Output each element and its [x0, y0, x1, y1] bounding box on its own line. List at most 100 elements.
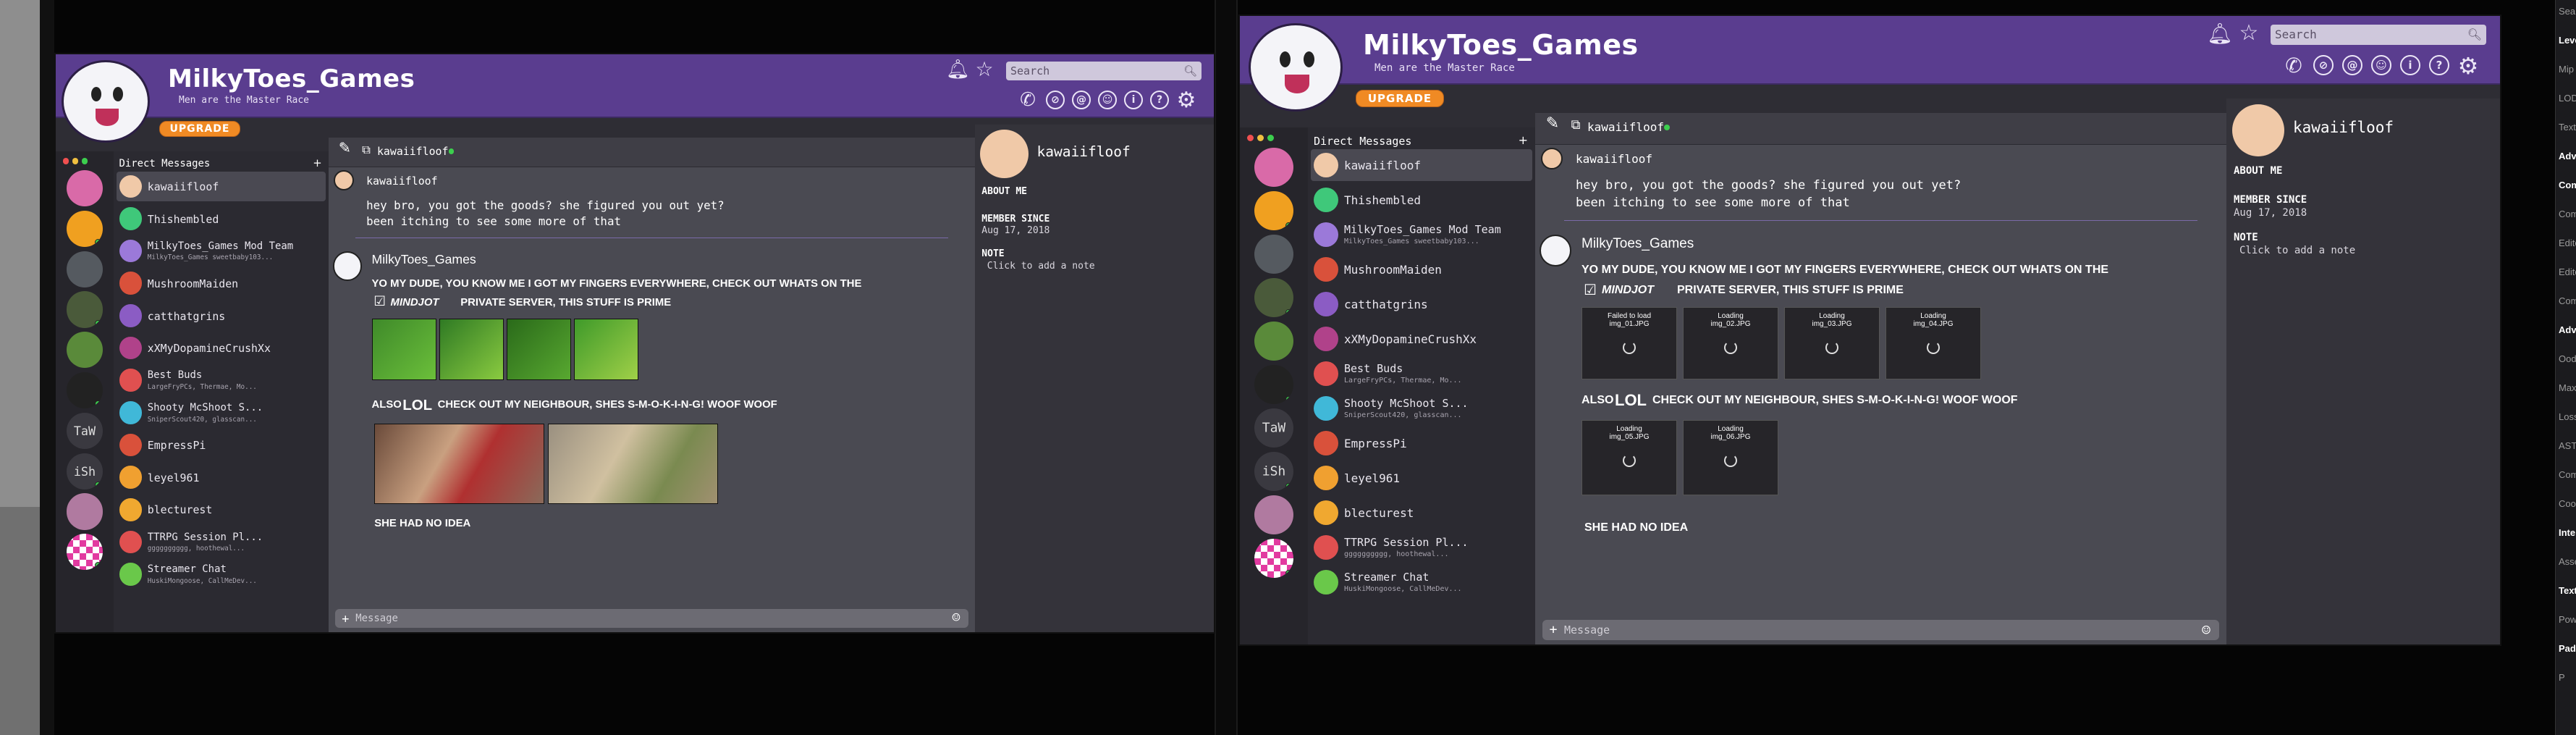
image-attachment[interactable] — [506, 318, 571, 381]
dm-list-item[interactable]: MushroomMaiden — [117, 269, 326, 298]
profile-avatar[interactable] — [62, 60, 150, 143]
gear-icon[interactable]: ⚙ — [2456, 52, 2480, 80]
search-input[interactable]: Search 🔍︎ — [2271, 25, 2486, 45]
editor-property-row[interactable]: Power O — [2559, 614, 2576, 636]
editor-property-row[interactable]: Advance — [2559, 151, 2576, 172]
emoji-icon[interactable]: ☺ — [2197, 620, 2215, 640]
editor-property-row[interactable]: Compre — [2559, 469, 2576, 491]
dm-list-item[interactable]: MilkyToes_Games Mod Team MilkyToes_Games … — [1311, 219, 1532, 251]
upgrade-button[interactable]: UPGRADE — [159, 121, 240, 137]
bell-icon[interactable]: 🔔︎ — [2207, 22, 2233, 46]
bell-icon[interactable]: 🔔︎ — [946, 59, 970, 80]
server-icon[interactable] — [66, 493, 104, 530]
editor-property-row[interactable]: Oodle T — [2559, 353, 2576, 375]
server-icon[interactable] — [1254, 322, 1293, 361]
image-loading-tile[interactable]: Loading img_06.JPG — [1683, 420, 1778, 495]
editor-property-row[interactable]: Texture — [2559, 585, 2576, 607]
plus-icon[interactable]: + — [339, 609, 352, 628]
editor-property-row[interactable]: ASTC C — [2559, 440, 2576, 462]
editor-property-row[interactable]: Paddin — [2559, 643, 2576, 665]
editor-property-row[interactable]: Intercha — [2559, 527, 2576, 549]
window-control-dot[interactable] — [1257, 135, 1264, 141]
dm-list-item[interactable]: Streamer Chat HuskiMongoose, CallMeDev... — [117, 560, 326, 589]
image-loading-tile[interactable]: Loading img_02.JPG — [1683, 307, 1778, 379]
info-icon[interactable]: i — [2400, 55, 2420, 75]
editor-property-row[interactable]: Level Of — [2559, 35, 2576, 56]
editor-property-row[interactable]: Compre — [2559, 295, 2576, 317]
editor-property-row[interactable]: Advance — [2559, 324, 2576, 346]
server-icon[interactable]: TaW — [66, 412, 104, 450]
editor-property-row[interactable]: Maximu — [2559, 382, 2576, 404]
upgrade-button[interactable]: UPGRADE — [1356, 90, 1444, 107]
dm-list-item[interactable]: EmpressPi — [1311, 427, 1532, 459]
image-loading-tile[interactable]: Failed to load img_01.JPG — [1582, 307, 1677, 379]
editor-property-row[interactable]: Compre — [2559, 209, 2576, 230]
server-icon[interactable] — [66, 332, 104, 369]
copy-icon[interactable]: ⧉ — [1568, 117, 1583, 133]
image-attachment[interactable] — [573, 318, 638, 381]
dm-list-item[interactable]: leyel961 — [117, 463, 326, 492]
editor-property-row[interactable]: Texture — [2559, 122, 2576, 143]
dm-list-item[interactable]: Shooty McShoot S... SniperScout420, glass… — [1311, 392, 1532, 424]
message-input[interactable]: Message + ☺ — [335, 609, 968, 629]
dm-list-item[interactable]: Streamer Chat HuskiMongoose, CallMeDev... — [1311, 566, 1532, 598]
editor-search-field[interactable]: Search — [2559, 6, 2576, 28]
plus-icon[interactable]: + — [1547, 620, 1560, 640]
window-control-dot[interactable] — [1247, 135, 1254, 141]
server-icon[interactable]: iSh — [66, 453, 104, 490]
compass-icon[interactable]: ⊘ — [1046, 91, 1065, 109]
compass-icon[interactable]: ⊘ — [2313, 55, 2334, 75]
dm-list-item[interactable]: Shooty McShoot S... SniperScout420, glass… — [117, 398, 326, 427]
dm-list-item[interactable]: TTRPG Session Pl... gggggggggg, hoothewal… — [1311, 532, 1532, 563]
user-icon[interactable]: ☺ — [2371, 55, 2391, 75]
copy-icon[interactable]: ⧉ — [360, 142, 373, 157]
server-icon[interactable] — [1254, 191, 1293, 230]
image-loading-tile[interactable]: Loading img_05.JPG — [1582, 420, 1677, 495]
server-icon[interactable] — [66, 534, 104, 571]
image-attachment[interactable] — [371, 318, 436, 381]
dm-list-item[interactable]: blecturest — [117, 495, 326, 524]
server-icon[interactable] — [1254, 148, 1293, 187]
editor-property-row[interactable]: Editor D — [2559, 266, 2576, 288]
dm-list-item[interactable]: xXMyDopamineCrushXx — [117, 333, 326, 363]
message-input[interactable]: Message + ☺ — [1542, 620, 2219, 640]
server-icon[interactable] — [66, 372, 104, 409]
image-attachment[interactable] — [439, 318, 504, 381]
emoji-icon[interactable]: ☺ — [948, 609, 964, 628]
user-icon[interactable]: ☺ — [1098, 91, 1117, 109]
gear-icon[interactable]: ⚙ — [1175, 88, 1198, 113]
server-icon[interactable] — [66, 291, 104, 328]
add-dm-button[interactable]: + — [313, 156, 321, 169]
window-control-dot[interactable] — [1267, 135, 1274, 141]
dm-list-item[interactable]: catthatgrins — [1311, 288, 1532, 320]
mention-icon[interactable]: @ — [1072, 91, 1091, 109]
server-icon[interactable]: iSh — [1254, 452, 1293, 491]
image-attachment[interactable] — [548, 423, 718, 505]
editor-property-row[interactable]: Lossy C — [2559, 411, 2576, 433]
window-control-dot[interactable] — [72, 158, 79, 164]
editor-property-row[interactable]: Mip Gen — [2559, 64, 2576, 85]
editor-property-row[interactable]: Cook Pl — [2559, 498, 2576, 520]
help-icon[interactable]: ? — [2429, 55, 2449, 75]
dm-list-item[interactable]: catthatgrins — [117, 301, 326, 330]
phone-icon[interactable]: ✆ — [2282, 54, 2305, 77]
server-icon[interactable] — [66, 251, 104, 287]
dm-list-item[interactable]: TTRPG Session Pl... gggggggggg, hoothewal… — [117, 527, 326, 557]
dm-list-item[interactable]: blecturest — [1311, 497, 1532, 529]
server-icon[interactable] — [66, 210, 104, 248]
editor-property-row[interactable]: Compre — [2559, 180, 2576, 201]
dm-list-item[interactable]: MushroomMaiden — [1311, 253, 1532, 285]
editor-property-row[interactable]: P — [2559, 672, 2576, 694]
window-control-dot[interactable] — [63, 158, 69, 164]
server-icon[interactable] — [1254, 539, 1293, 578]
profile-avatar[interactable] — [1249, 23, 1343, 112]
editor-property-row[interactable]: Assetin — [2559, 556, 2576, 578]
dm-list-item[interactable]: kawaiifloof — [117, 171, 326, 201]
server-icon[interactable] — [1254, 278, 1293, 317]
dm-list-item[interactable]: Thishembled — [1311, 184, 1532, 216]
star-icon[interactable]: ☆ — [2237, 20, 2260, 46]
info-icon[interactable]: i — [1124, 91, 1143, 109]
help-icon[interactable]: ? — [1150, 91, 1169, 109]
star-icon[interactable]: ☆ — [974, 57, 995, 81]
window-control-dot[interactable] — [82, 158, 88, 164]
